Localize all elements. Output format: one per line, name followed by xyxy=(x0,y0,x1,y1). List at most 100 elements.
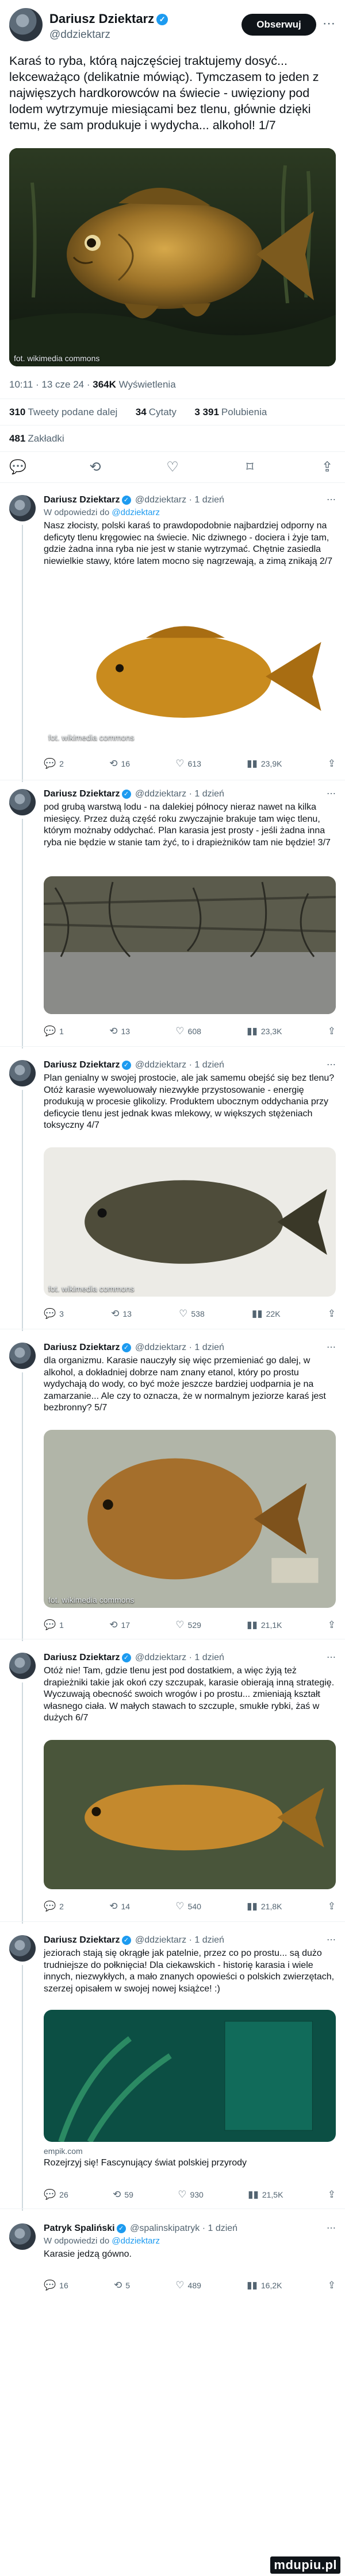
heart-icon[interactable]: ♡ xyxy=(164,459,181,475)
share-button[interactable]: ⇪ xyxy=(328,1026,336,1037)
reply-author-name[interactable]: Dariusz Dziektarz xyxy=(44,1653,120,1662)
views-button[interactable]: ▮▮ 21,1K xyxy=(247,1619,282,1631)
reply-author-handle[interactable]: @ddziektarz xyxy=(135,1343,186,1352)
quotes-stat[interactable]: 34 Cytaty xyxy=(136,407,177,417)
reply-author-handle[interactable]: @ddziektarz xyxy=(135,1935,186,1945)
tweet-photo[interactable]: fot. wikimedia commons xyxy=(9,148,336,366)
views-button[interactable]: ▮▮ 23,3K xyxy=(247,1026,282,1037)
replying-to-mention[interactable]: @ddziektarz xyxy=(112,2236,160,2246)
reply-time[interactable]: 1 dzień xyxy=(194,495,224,505)
reply-author-handle[interactable]: @ddziektarz xyxy=(135,1060,186,1070)
link-card-domain[interactable]: empik.com xyxy=(44,2146,336,2156)
replying-to-mention[interactable]: @ddziektarz xyxy=(112,508,160,517)
author-name[interactable]: Dariusz Dziektarz ✓ xyxy=(49,11,168,26)
reply-button[interactable]: 💬 1 xyxy=(44,1026,64,1037)
reply-tweet[interactable]: Dariusz Dziektarz ✓ @ddziektarz · 1 dzień… xyxy=(0,1935,345,2211)
author-name-text[interactable]: Dariusz Dziektarz xyxy=(49,11,154,26)
reply-button[interactable]: 💬 3 xyxy=(44,1308,64,1320)
link-card-title[interactable]: Rozejrzyj się! Fascynujący świat polskie… xyxy=(44,2158,336,2168)
more-options-icon[interactable]: ⋯ xyxy=(327,1059,336,1070)
reply-author-name[interactable]: Dariusz Dziektarz xyxy=(44,1935,120,1945)
reply-author-name[interactable]: Dariusz Dziektarz xyxy=(44,495,120,505)
like-button[interactable]: ♡ 489 xyxy=(175,2280,201,2291)
reply-author-handle[interactable]: @ddziektarz xyxy=(135,495,186,505)
reply-author-avatar[interactable] xyxy=(9,2223,36,2250)
reply-tweet[interactable]: Dariusz Dziektarz ✓ @ddziektarz · 1 dzień… xyxy=(0,1060,345,1331)
views-button[interactable]: ▮▮ 23,9K xyxy=(247,758,282,769)
share-button[interactable]: ⇪ xyxy=(328,758,336,769)
retweet-button[interactable]: ⟲ 5 xyxy=(114,2280,130,2291)
more-options-icon[interactable]: ⋯ xyxy=(323,16,336,31)
share-icon[interactable]: ⇪ xyxy=(319,459,336,475)
reply-author-avatar[interactable] xyxy=(9,1935,36,1962)
share-button[interactable]: ⇪ xyxy=(328,1619,336,1631)
like-button[interactable]: ♡ 529 xyxy=(175,1619,201,1631)
share-button[interactable]: ⇪ xyxy=(328,2280,336,2291)
bookmark-icon[interactable]: ⌑ xyxy=(241,459,259,475)
views-button[interactable]: ▮▮ 16,2K xyxy=(247,2280,282,2291)
reply-author-avatar[interactable] xyxy=(9,495,36,521)
views-button[interactable]: ▮▮ 21,5K xyxy=(248,2189,283,2200)
views-button[interactable]: ▮▮ 22K xyxy=(252,1308,281,1320)
reply-media[interactable] xyxy=(44,2010,336,2142)
retweet-button[interactable]: ⟲ 13 xyxy=(109,1026,130,1037)
reply-author-avatar[interactable] xyxy=(9,789,36,815)
reply-button[interactable]: 💬 2 xyxy=(44,758,64,769)
reply-time[interactable]: 1 dzień xyxy=(208,2223,237,2233)
reply-author-name[interactable]: Dariusz Dziektarz xyxy=(44,1060,120,1070)
retweet-button[interactable]: ⟲ 17 xyxy=(109,1619,130,1631)
reply-time[interactable]: 1 dzień xyxy=(194,1060,224,1070)
reply-author-handle[interactable]: @ddziektarz xyxy=(135,1653,186,1662)
share-button[interactable]: ⇪ xyxy=(328,1308,336,1320)
more-options-icon[interactable]: ⋯ xyxy=(327,494,336,505)
like-button[interactable]: ♡ 540 xyxy=(175,1901,201,1912)
retweet-button[interactable]: ⟲ 59 xyxy=(113,2189,133,2200)
retweet-button[interactable]: ⟲ 16 xyxy=(109,758,130,769)
timestamp[interactable]: 10:11 · 13 cze 24 xyxy=(9,379,84,390)
reply-author-name[interactable]: Dariusz Dziektarz xyxy=(44,789,120,799)
author-avatar[interactable] xyxy=(9,8,43,41)
reply-author-avatar[interactable] xyxy=(9,1343,36,1369)
speech-bubble-icon[interactable]: 💬 xyxy=(9,459,26,475)
reply-author-name[interactable]: Dariusz Dziektarz xyxy=(44,1343,120,1352)
more-options-icon[interactable]: ⋯ xyxy=(327,2222,336,2234)
reply-tweet[interactable]: Dariusz Dziektarz ✓ @ddziektarz · 1 dzień… xyxy=(0,789,345,1049)
more-options-icon[interactable]: ⋯ xyxy=(327,1341,336,1353)
like-button[interactable]: ♡ 608 xyxy=(175,1026,201,1037)
reply-time[interactable]: 1 dzień xyxy=(194,789,224,799)
reply-author-handle[interactable]: @spalinskipatryk xyxy=(130,2223,200,2233)
reply-time[interactable]: 1 dzień xyxy=(194,1343,224,1352)
reply-media[interactable] xyxy=(44,876,336,1014)
reply-tweet[interactable]: Dariusz Dziektarz ✓ @ddziektarz · 1 dzień… xyxy=(0,495,345,782)
reply-author-name[interactable]: Patryk Spaliński xyxy=(44,2223,115,2233)
reply-author-handle[interactable]: @ddziektarz xyxy=(135,789,186,799)
more-options-icon[interactable]: ⋯ xyxy=(327,1934,336,1945)
bookmarks-stat[interactable]: 481 Zakładki xyxy=(9,433,64,444)
more-options-icon[interactable]: ⋯ xyxy=(327,1651,336,1663)
like-button[interactable]: ♡ 538 xyxy=(179,1308,205,1320)
views-button[interactable]: ▮▮ 21,8K xyxy=(247,1901,282,1912)
reply-media[interactable]: fot. wikimedia commons xyxy=(44,1147,336,1297)
reply-tweet[interactable]: Dariusz Dziektarz ✓ @ddziektarz · 1 dzień… xyxy=(0,1343,345,1641)
reply-author-avatar[interactable] xyxy=(9,1060,36,1086)
retweet-button[interactable]: ⟲ 13 xyxy=(111,1308,132,1320)
reply-author-avatar[interactable] xyxy=(9,1653,36,1679)
retweets-stat[interactable]: 310 Tweety podane dalej xyxy=(9,407,117,417)
more-options-icon[interactable]: ⋯ xyxy=(327,788,336,799)
reply-media[interactable]: fot. wikimedia commons xyxy=(44,1430,336,1608)
reply-button[interactable]: 💬 16 xyxy=(44,2280,68,2291)
reply-tweet[interactable]: Dariusz Dziektarz ✓ @ddziektarz · 1 dzień… xyxy=(0,1653,345,1924)
reply-button[interactable]: 💬 26 xyxy=(44,2189,68,2200)
likes-stat[interactable]: 3 391 Polubienia xyxy=(194,407,267,417)
reply-media[interactable] xyxy=(44,1740,336,1889)
reply-tweet[interactable]: Patryk Spaliński ✓ @spalinskipatryk · 1 d… xyxy=(0,2223,345,2304)
follow-button[interactable]: Obserwuj xyxy=(241,14,316,36)
reply-button[interactable]: 💬 1 xyxy=(44,1619,64,1631)
author-handle[interactable]: @ddziektarz xyxy=(49,29,110,41)
share-button[interactable]: ⇪ xyxy=(328,1901,336,1912)
reply-media[interactable]: fot. wikimedia commons xyxy=(44,608,336,745)
like-button[interactable]: ♡ 613 xyxy=(175,758,201,769)
like-button[interactable]: ♡ 930 xyxy=(178,2189,204,2200)
reply-button[interactable]: 💬 2 xyxy=(44,1901,64,1912)
retweet-button[interactable]: ⟲ 14 xyxy=(109,1901,130,1912)
